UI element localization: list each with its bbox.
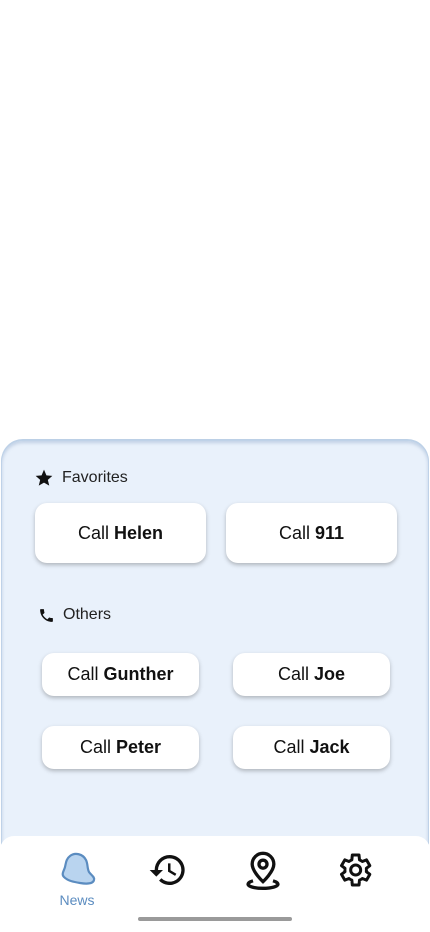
contact-name: 911 (314, 522, 345, 543)
contact-name: Gunther (103, 664, 174, 684)
contact-name: Jack (309, 737, 350, 757)
location-pin-icon (246, 851, 280, 890)
call-gunther-button[interactable]: Call Gunther (42, 653, 199, 696)
favorites-title: Favorites (62, 469, 128, 486)
nav-history[interactable] (138, 850, 198, 910)
favorites-header: Favorites (34, 468, 128, 488)
call-helen-button[interactable]: Call Helen (35, 503, 206, 563)
call-prefix: Call (77, 522, 109, 543)
call-prefix: Call (273, 737, 305, 757)
call-911-button[interactable]: Call 911 (226, 503, 397, 563)
home-indicator (138, 917, 292, 921)
history-icon (149, 855, 185, 885)
call-jack-button[interactable]: Call Jack (233, 726, 390, 769)
call-prefix: Call (277, 664, 309, 684)
nav-news[interactable]: News (47, 850, 107, 910)
nav-news-label: News (59, 892, 95, 908)
nav-settings[interactable] (324, 850, 384, 910)
contact-name: Peter (115, 737, 162, 757)
phone-icon (40, 608, 53, 622)
call-prefix: Call (278, 522, 310, 543)
others-title: Others (63, 606, 112, 623)
call-prefix: Call (67, 664, 99, 684)
contact-name: Joe (313, 664, 346, 684)
call-prefix: Call (79, 737, 111, 757)
nav-location[interactable] (233, 850, 293, 910)
bell-icon (61, 852, 96, 885)
star-icon (35, 469, 53, 486)
gear-icon (340, 853, 372, 887)
call-joe-button[interactable]: Call Joe (233, 653, 390, 696)
others-header: Others (38, 606, 111, 624)
call-peter-button[interactable]: Call Peter (42, 726, 199, 769)
contact-name: Helen (113, 522, 164, 543)
